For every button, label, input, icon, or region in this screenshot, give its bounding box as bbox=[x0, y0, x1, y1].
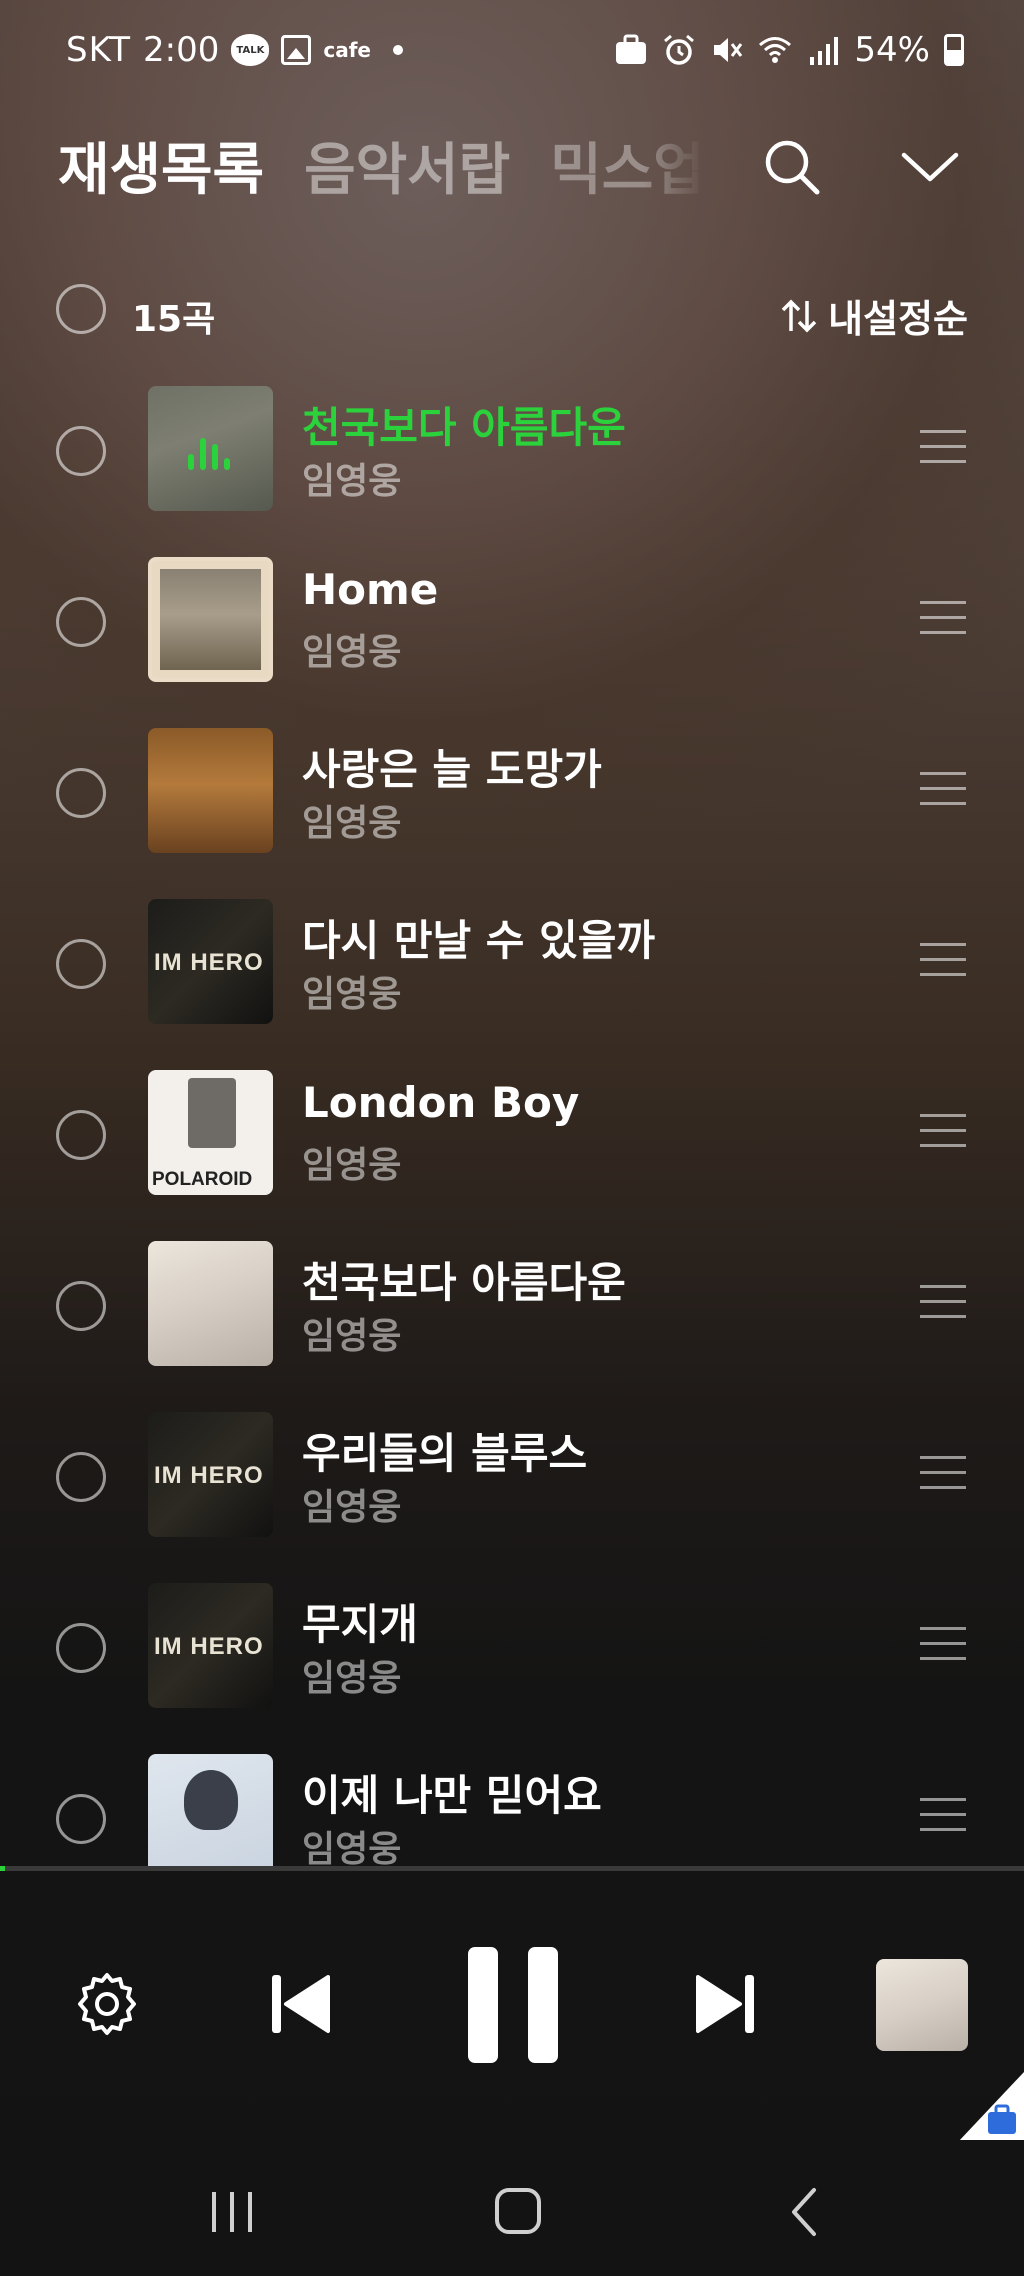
song-select-checkbox[interactable] bbox=[56, 1452, 106, 1502]
select-all-checkbox[interactable] bbox=[56, 284, 106, 334]
song-artist: 임영웅 bbox=[302, 1487, 402, 1528]
battery-icon bbox=[944, 34, 964, 66]
home-icon[interactable] bbox=[488, 2184, 548, 2240]
now-playing-thumbnail[interactable] bbox=[876, 1959, 968, 2051]
drag-handle-icon[interactable] bbox=[920, 1456, 966, 1492]
kakaotalk-icon: TALK bbox=[231, 34, 270, 66]
album-art bbox=[148, 1754, 273, 1866]
status-bar-right: 54% bbox=[614, 30, 964, 70]
song-list: 천국보다 아름다운 임영웅 Home 임영웅 사랑은 늘 도망가 임영웅 IM … bbox=[0, 386, 1024, 1866]
song-row[interactable]: 천국보다 아름다운 임영웅 bbox=[0, 386, 1024, 516]
album-art: IM HERO bbox=[148, 1412, 273, 1537]
song-title: 다시 만날 수 있을까 bbox=[302, 916, 655, 965]
search-icon[interactable] bbox=[760, 135, 824, 199]
song-artist: 임영웅 bbox=[302, 632, 402, 673]
list-header: 15곡 내설정순 bbox=[56, 284, 968, 341]
chevron-down-icon[interactable] bbox=[898, 135, 962, 199]
song-title: 이제 나만 믿어요 bbox=[302, 1771, 602, 1820]
album-art bbox=[148, 557, 273, 682]
back-icon[interactable] bbox=[774, 2184, 834, 2240]
album-art: IM HERO bbox=[148, 899, 273, 1024]
player-controls bbox=[0, 1871, 1024, 2131]
more-notifications-dot bbox=[393, 45, 403, 55]
song-title: 무지개 bbox=[302, 1600, 418, 1649]
cafe-notification: cafe bbox=[323, 38, 371, 62]
song-select-checkbox[interactable] bbox=[56, 1281, 106, 1331]
signal-icon bbox=[810, 37, 839, 65]
recent-apps-icon[interactable] bbox=[202, 2184, 262, 2240]
drag-handle-icon[interactable] bbox=[920, 1627, 966, 1663]
song-row[interactable]: Home 임영웅 bbox=[0, 557, 1024, 687]
sort-label: 내설정순 bbox=[828, 297, 968, 341]
drag-handle-icon[interactable] bbox=[920, 601, 966, 637]
song-row[interactable]: POLAROID London Boy 임영웅 bbox=[0, 1070, 1024, 1200]
song-row[interactable]: IM HERO 다시 만날 수 있을까 임영웅 bbox=[0, 899, 1024, 1029]
song-artist: 임영웅 bbox=[302, 1658, 402, 1699]
album-art bbox=[148, 1241, 273, 1366]
album-art: POLAROID bbox=[148, 1070, 273, 1195]
equalizer-icon bbox=[188, 438, 230, 470]
status-bar-left: SKT 2:00 TALK cafe bbox=[66, 30, 403, 70]
song-count: 15곡 bbox=[132, 299, 216, 340]
song-title: Home bbox=[302, 565, 439, 614]
song-artist: 임영웅 bbox=[302, 803, 402, 844]
drag-handle-icon[interactable] bbox=[920, 1798, 966, 1834]
briefcase-badge-icon[interactable] bbox=[958, 2072, 1024, 2142]
tab-music-drawer[interactable]: 음악서랍 bbox=[304, 125, 510, 206]
song-row[interactable]: 천국보다 아름다운 임영웅 bbox=[0, 1241, 1024, 1371]
album-art bbox=[148, 728, 273, 853]
song-select-checkbox[interactable] bbox=[56, 939, 106, 989]
wifi-icon bbox=[759, 37, 792, 63]
briefcase-icon bbox=[616, 34, 647, 64]
gear-icon[interactable] bbox=[74, 1971, 140, 2037]
song-artist: 임영웅 bbox=[302, 1316, 402, 1357]
drag-handle-icon[interactable] bbox=[920, 430, 966, 466]
song-artist: 임영웅 bbox=[302, 461, 402, 502]
album-art bbox=[148, 386, 273, 511]
song-select-checkbox[interactable] bbox=[56, 768, 106, 818]
song-title: 천국보다 아름다운 bbox=[302, 403, 626, 452]
system-navigation-bar bbox=[0, 2140, 1024, 2276]
tab-mixup[interactable]: 믹스업 bbox=[550, 125, 705, 206]
song-select-checkbox[interactable] bbox=[56, 1110, 106, 1160]
song-title: 사랑은 늘 도망가 bbox=[302, 745, 602, 794]
song-row[interactable]: 사랑은 늘 도망가 임영웅 bbox=[0, 728, 1024, 858]
pause-icon[interactable] bbox=[468, 1947, 558, 2063]
song-title: 천국보다 아름다운 bbox=[302, 1258, 626, 1307]
skip-previous-icon[interactable] bbox=[268, 1971, 334, 2037]
song-select-checkbox[interactable] bbox=[56, 1623, 106, 1673]
alarm-icon bbox=[664, 34, 695, 65]
song-row[interactable]: IM HERO 무지개 임영웅 bbox=[0, 1583, 1024, 1713]
drag-handle-icon[interactable] bbox=[920, 1114, 966, 1150]
drag-handle-icon[interactable] bbox=[920, 772, 966, 808]
song-title: London Boy bbox=[302, 1078, 580, 1127]
album-art: IM HERO bbox=[148, 1583, 273, 1708]
song-row[interactable]: IM HERO 우리들의 블루스 임영웅 bbox=[0, 1412, 1024, 1542]
carrier-label: SKT bbox=[66, 30, 132, 70]
song-artist: 임영웅 bbox=[302, 974, 402, 1015]
song-select-checkbox[interactable] bbox=[56, 1794, 106, 1844]
drag-handle-icon[interactable] bbox=[920, 1285, 966, 1321]
song-artist: 임영웅 bbox=[302, 1829, 402, 1866]
sort-arrows-icon bbox=[781, 299, 817, 332]
drag-handle-icon[interactable] bbox=[920, 943, 966, 979]
song-select-checkbox[interactable] bbox=[56, 426, 106, 476]
song-title: 우리들의 블루스 bbox=[302, 1429, 588, 1478]
song-row[interactable]: 이제 나만 믿어요 임영웅 bbox=[0, 1754, 1024, 1866]
clock: 2:00 bbox=[143, 30, 220, 70]
skip-next-icon[interactable] bbox=[692, 1971, 758, 2037]
tab-bar: 재생목록 음악서랍 믹스업 bbox=[58, 130, 705, 203]
song-select-checkbox[interactable] bbox=[56, 597, 106, 647]
song-artist: 임영웅 bbox=[302, 1145, 402, 1186]
battery-percent: 54% bbox=[854, 30, 930, 70]
tab-playlist[interactable]: 재생목록 bbox=[58, 125, 264, 206]
sort-button[interactable]: 내설정순 bbox=[780, 288, 968, 343]
status-bar: SKT 2:00 TALK cafe 54% bbox=[0, 0, 1024, 104]
gallery-icon bbox=[281, 35, 312, 65]
mute-icon bbox=[714, 38, 743, 62]
